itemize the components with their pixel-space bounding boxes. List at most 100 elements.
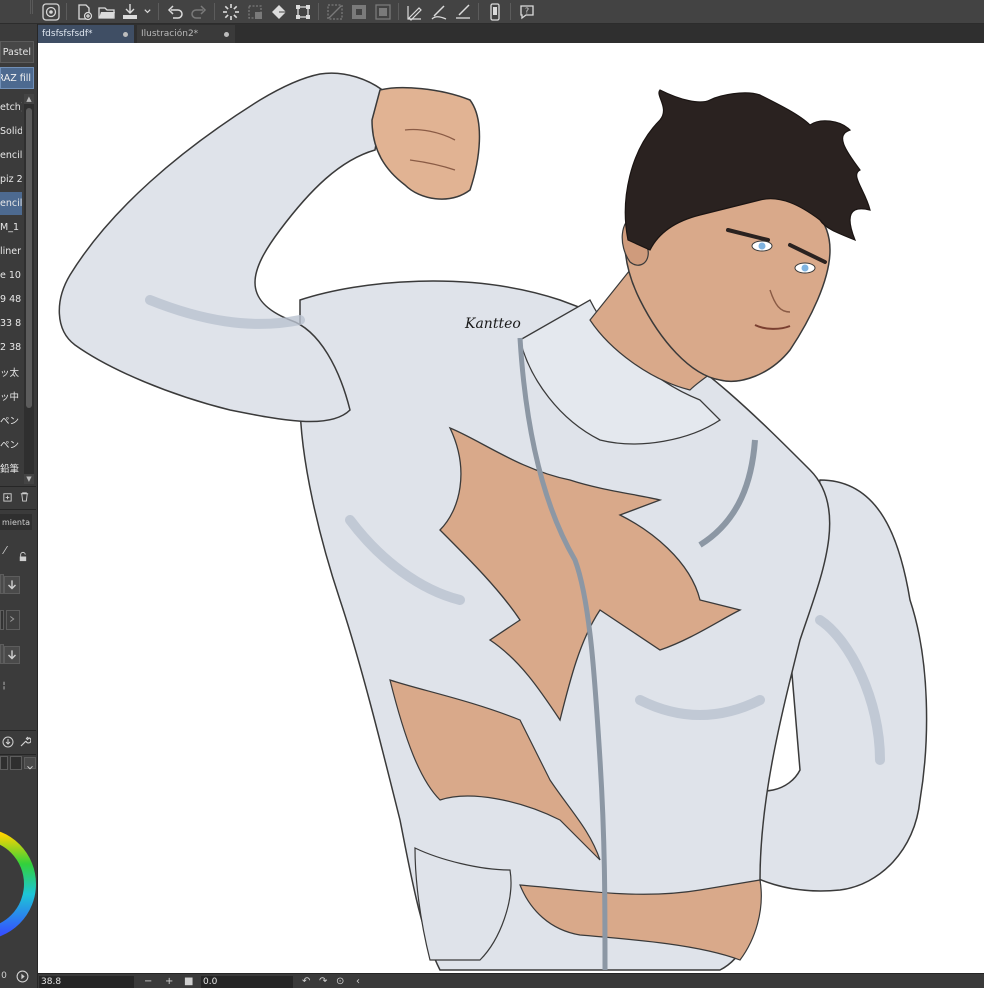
brush-item-label: 33 8 xyxy=(0,318,22,329)
zoom-out-icon[interactable]: − xyxy=(144,975,152,988)
brush-list-scroll-thumb[interactable] xyxy=(26,108,32,408)
color-panel-menu-icon[interactable] xyxy=(24,757,36,770)
smartphone-icon[interactable] xyxy=(484,1,506,22)
reset-rotation-icon[interactable]: ⊙ xyxy=(336,975,344,988)
brush-item[interactable]: liner xyxy=(0,240,22,263)
clear-icon[interactable] xyxy=(244,1,266,22)
ruler-pen-icon[interactable] xyxy=(404,1,426,22)
brush-item-label: encil xyxy=(0,150,22,161)
brush-item[interactable]: ペン xyxy=(0,408,22,431)
toolbar-grip[interactable] xyxy=(30,0,33,14)
opacity-field[interactable] xyxy=(0,610,4,630)
drawing-canvas[interactable]: Kantteo xyxy=(38,43,984,973)
snap-ruler-icon[interactable] xyxy=(428,1,450,22)
play-icon[interactable] xyxy=(14,968,30,984)
tab-close-dot-icon[interactable] xyxy=(123,32,128,37)
brush-item-pastel[interactable]: Pastel xyxy=(0,41,34,63)
invert-selection-icon[interactable] xyxy=(348,1,370,22)
brush-item-label: ペン xyxy=(0,439,20,451)
tab-close-dot-icon[interactable] xyxy=(224,32,229,37)
scroll-down-arrow-icon[interactable]: ▼ xyxy=(24,474,34,484)
brush-item[interactable]: ッ太 xyxy=(0,360,22,383)
app-window: ? fdsfsfsfsdf* Ilustración2* Pastel RAZ … xyxy=(0,0,984,988)
brush-item-label: ッ中 xyxy=(0,391,20,403)
artist-signature: Kantteo xyxy=(464,316,521,332)
transform-icon[interactable] xyxy=(292,1,314,22)
brush-item[interactable]: encil xyxy=(0,144,22,167)
fit-icon[interactable]: ■ xyxy=(184,975,193,988)
redo-icon[interactable] xyxy=(188,1,210,22)
brush-item-label: 鉛筆 xyxy=(0,463,20,475)
tool-settings-down-icon[interactable] xyxy=(0,734,16,750)
brush-item-label: Solid xyxy=(0,126,22,137)
size-dropdown-icon[interactable] xyxy=(4,576,20,594)
brush-item-label: encil xyxy=(0,198,22,209)
save-icon[interactable] xyxy=(119,1,141,22)
brush-item[interactable]: ッ中 xyxy=(0,384,22,407)
brush-item[interactable]: ペン xyxy=(0,432,22,455)
svg-text:?: ? xyxy=(525,6,529,15)
brush-item-label: liner xyxy=(0,246,22,257)
brush-item[interactable]: Solid xyxy=(0,120,22,143)
status-bar: 38.8 − + ■ 0.0 ↶ ↷ ⊙ ‹ xyxy=(38,973,984,988)
brush-item[interactable]: 9 48 xyxy=(0,288,22,311)
fill-icon[interactable] xyxy=(268,1,290,22)
brush-item-label: 2 38 xyxy=(0,342,22,353)
brush-item-label: piz 2 xyxy=(0,174,22,185)
undo-icon[interactable] xyxy=(164,1,186,22)
brush-item[interactable]: 2 38 xyxy=(0,336,22,359)
brush-item[interactable]: 鉛筆 xyxy=(0,456,22,479)
show-selection-icon[interactable] xyxy=(372,1,394,22)
brush-item[interactable]: piz 2 xyxy=(0,168,22,191)
rotate-right-icon[interactable]: ↷ xyxy=(319,975,327,988)
snap-special-ruler-icon[interactable] xyxy=(452,1,474,22)
wrench-icon[interactable] xyxy=(17,734,33,750)
brush-item-label: M_1 xyxy=(0,222,19,233)
deselect-icon[interactable] xyxy=(324,1,346,22)
flip-icon[interactable]: ‹ xyxy=(356,975,360,988)
loading-icon[interactable] xyxy=(220,1,242,22)
tab-ilustracion2[interactable]: Ilustración2* xyxy=(137,25,235,43)
new-file-icon[interactable] xyxy=(73,1,95,22)
add-brush-icon[interactable] xyxy=(0,488,14,504)
stabilization-label-icon: ¦ xyxy=(2,681,6,691)
brush-item[interactable]: etch) xyxy=(0,96,22,119)
tab-label: Ilustración2* xyxy=(141,29,199,39)
brush-item-label: ッ太 xyxy=(0,367,20,379)
brush-item-label: 9 48 xyxy=(0,294,22,305)
color-panel-tab[interactable] xyxy=(0,756,8,770)
color-panel-tab-2[interactable] xyxy=(10,756,22,770)
save-dropdown-chevron-icon[interactable] xyxy=(140,1,154,22)
brush-item-raz-fill[interactable]: RAZ fill xyxy=(0,67,34,89)
brush-item[interactable]: M_1 xyxy=(0,216,22,239)
brush-item[interactable]: 33 8 xyxy=(0,312,22,335)
tab-label: fdsfsfsfsdf* xyxy=(42,29,93,39)
brush-item[interactable]: encil xyxy=(0,192,22,215)
scroll-up-arrow-icon[interactable]: ▲ xyxy=(24,94,34,104)
rotation-field[interactable]: 0.0 xyxy=(201,976,293,988)
brush-item-label: e 10 xyxy=(0,270,21,281)
density-dropdown-icon[interactable] xyxy=(4,646,20,664)
tool-property-panel-title[interactable]: mienta xyxy=(0,514,32,530)
left-panel: Pastel RAZ fill ▲ ▼ etch) Solid encil piz 2… xyxy=(0,24,38,988)
toolbar: ? xyxy=(0,0,984,24)
opacity-arrow-icon[interactable] xyxy=(6,610,20,630)
brush-tip-icon[interactable]: ⁄ xyxy=(0,542,10,558)
color-wheel[interactable] xyxy=(0,780,36,980)
zoom-in-icon[interactable]: + xyxy=(165,975,173,988)
help-icon[interactable]: ? xyxy=(516,1,538,22)
delete-brush-icon[interactable] xyxy=(17,488,31,504)
brush-item-label: ペン xyxy=(0,415,20,427)
tab-fdsfsfsfsdf[interactable]: fdsfsfsfsdf* xyxy=(38,25,134,43)
canvas-artwork: Kantteo xyxy=(58,72,928,971)
zoom-field[interactable]: 38.8 xyxy=(39,976,134,988)
open-folder-icon[interactable] xyxy=(96,1,118,22)
brush-item-label: etch) xyxy=(0,102,22,113)
document-tab-bar: fdsfsfsfsdf* Ilustración2* xyxy=(38,24,984,43)
app-logo-icon[interactable] xyxy=(40,1,62,22)
brush-item[interactable]: e 10 xyxy=(0,264,22,287)
rotate-left-icon[interactable]: ↶ xyxy=(302,975,310,988)
artwork-fist xyxy=(371,86,481,200)
lock-icon[interactable] xyxy=(14,548,30,564)
left-value-label: 0 xyxy=(1,971,7,981)
